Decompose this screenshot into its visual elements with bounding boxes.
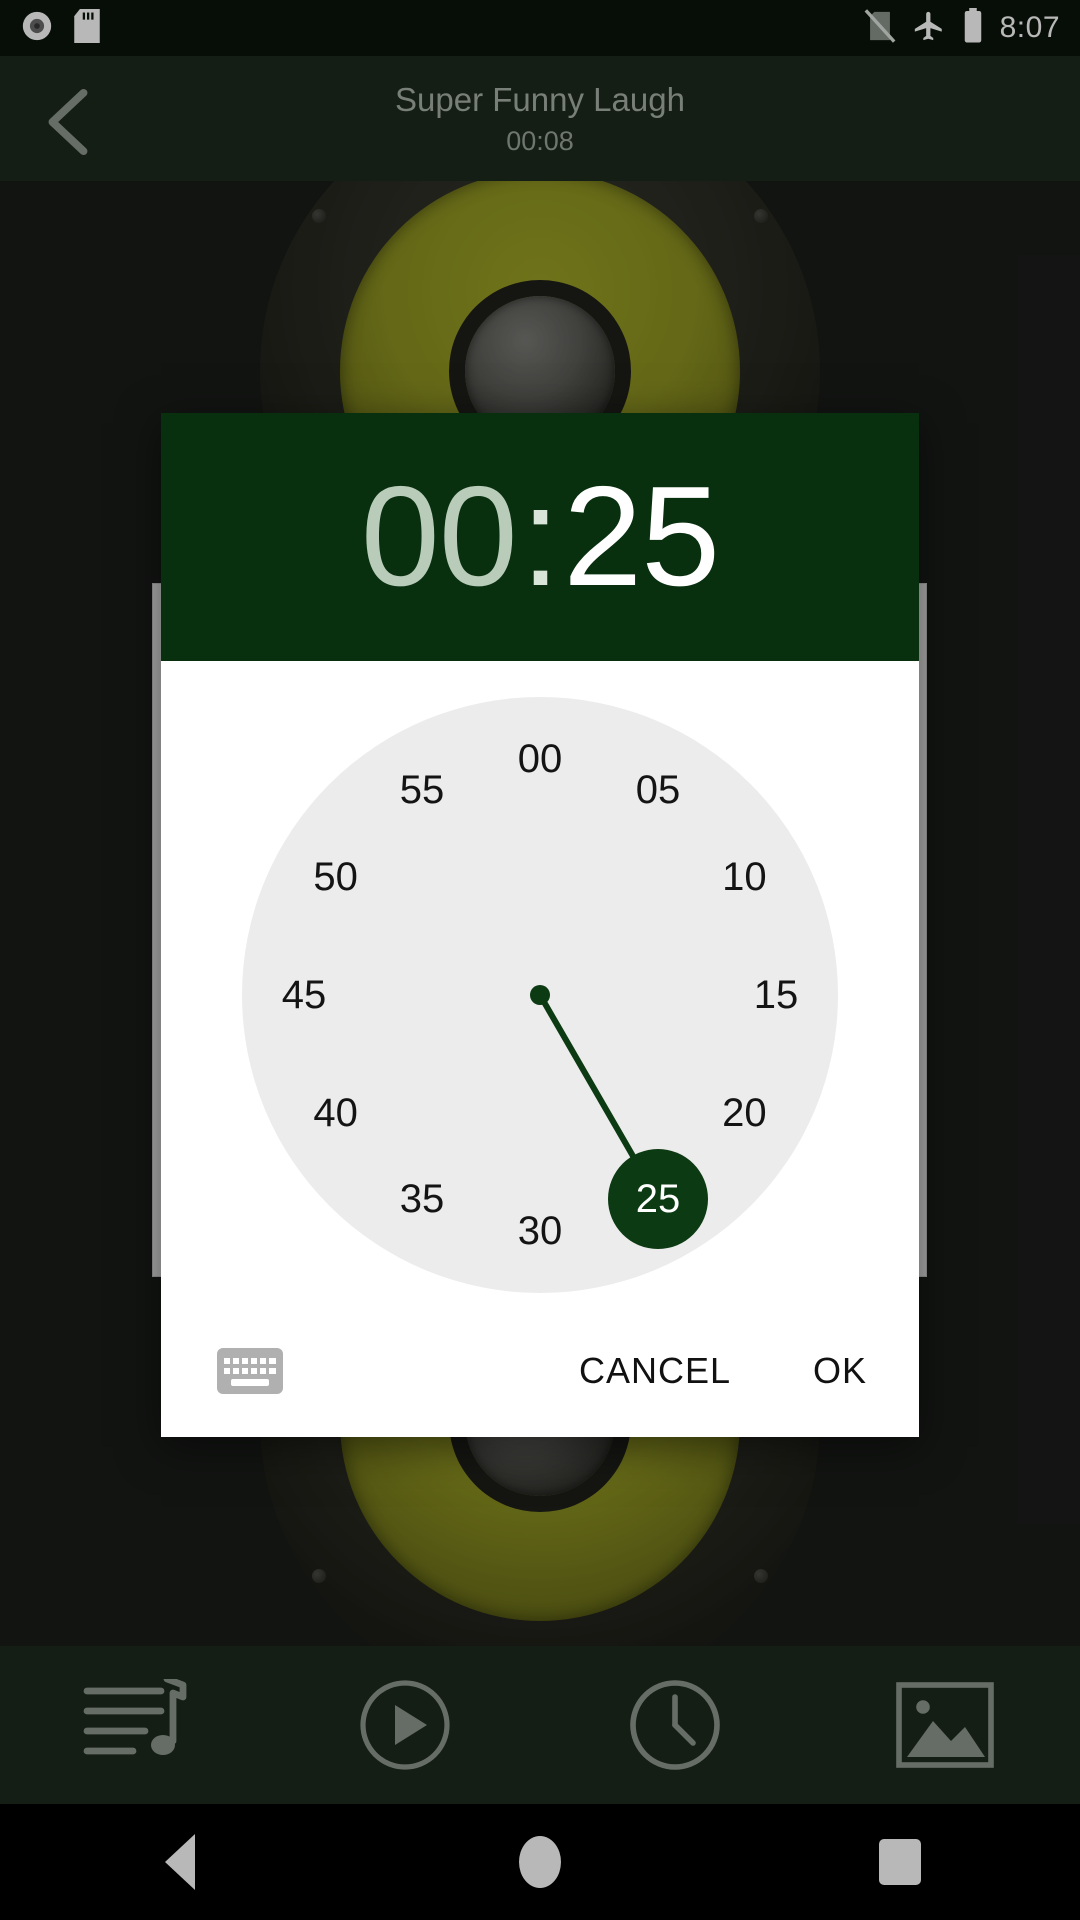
keyboard-icon [217,1348,283,1394]
dial-tick-25[interactable]: 25 [608,1149,708,1250]
time-picker-footer: CANCEL OK [161,1305,919,1437]
phone-screen: 8:07 Super Funny Laugh 00:08 00: 25 00 … [0,0,1080,1920]
dial-tick-50[interactable]: 50 [293,851,379,903]
dial-tick-55[interactable]: 55 [379,765,465,817]
time-picker-body: 00 05 10 15 20 25 30 35 40 45 50 55 CANC… [161,661,919,1437]
hours-value[interactable]: 00 [361,462,518,612]
dial-tick-35[interactable]: 35 [379,1173,465,1225]
dial-tick-00[interactable]: 00 [497,733,583,785]
keyboard-input-button[interactable] [217,1348,283,1394]
dial-tick-15[interactable]: 15 [733,969,819,1021]
dial-tick-30[interactable]: 30 [497,1205,583,1257]
ok-button[interactable]: OK [813,1350,867,1392]
clock-dial[interactable]: 00 05 10 15 20 25 30 35 40 45 50 55 [242,697,838,1293]
time-separator: : [520,457,560,616]
time-picker-header: 00 : 25 [161,413,919,661]
dial-tick-05[interactable]: 05 [615,765,701,817]
cancel-button[interactable]: CANCEL [579,1350,731,1392]
time-picker-dialog: 00 : 25 00 05 10 15 20 25 30 35 40 45 50 55 [161,413,919,1437]
time-display: 00 : 25 [361,457,720,616]
dial-tick-10[interactable]: 10 [701,851,787,903]
minutes-value[interactable]: 25 [563,462,720,612]
dial-tick-20[interactable]: 20 [701,1087,787,1139]
dial-tick-40[interactable]: 40 [293,1087,379,1139]
dial-tick-45[interactable]: 45 [261,969,347,1021]
